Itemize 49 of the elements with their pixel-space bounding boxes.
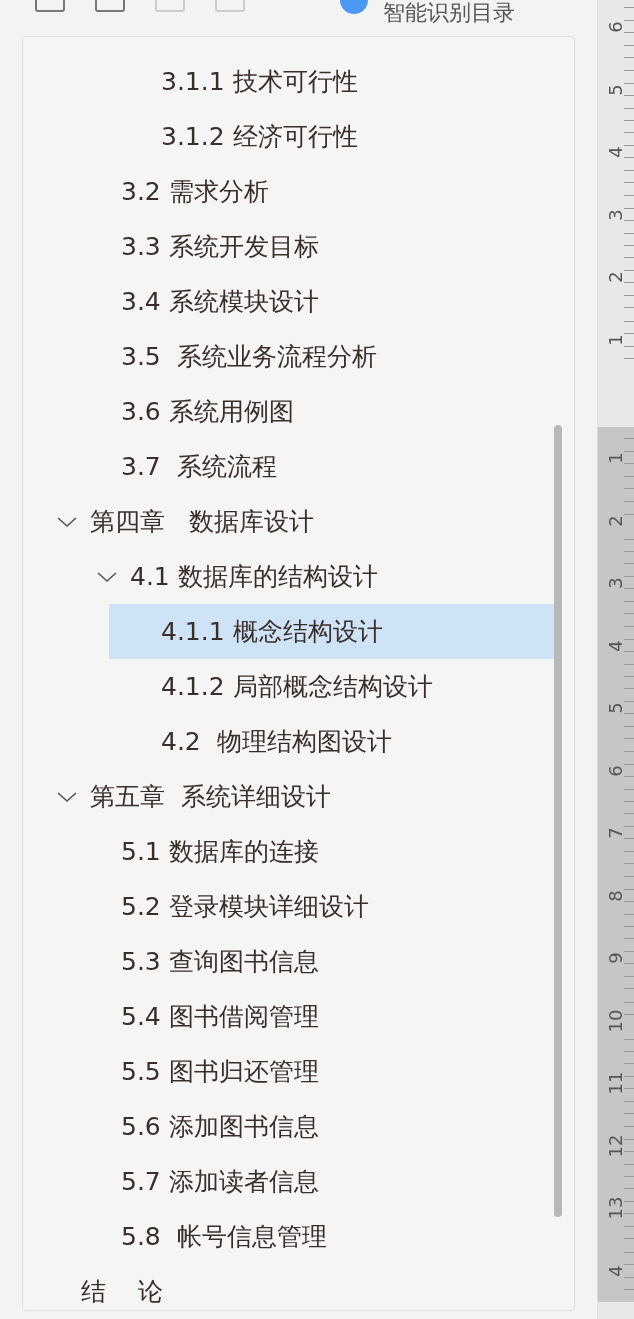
ruler-number: 6: [606, 765, 626, 777]
ruler-number: 13: [606, 1196, 626, 1220]
tree-item[interactable]: 3.4 系统模块设计: [121, 274, 349, 329]
ruler-number: 8: [606, 890, 626, 902]
ruler-number: 3: [606, 577, 626, 589]
ruler-number: 9: [606, 952, 626, 964]
ruler-number: 2: [606, 515, 626, 527]
ruler-number: 4: [606, 146, 626, 158]
tree-item[interactable]: 5.3 查询图书信息: [121, 934, 349, 989]
chevron-icon[interactable]: [56, 514, 78, 529]
ruler-number: 1: [606, 452, 626, 464]
toggle-switch[interactable]: [340, 0, 368, 14]
tree-item[interactable]: 5.4 图书借阅管理: [121, 989, 349, 1044]
chevron-icon[interactable]: [56, 789, 78, 804]
selected-tree-item[interactable]: 4.1.1 概念结构设计: [109, 604, 554, 659]
tree-item[interactable]: 5.5 图书归还管理: [121, 1044, 349, 1099]
ruler-number: 3: [606, 209, 626, 221]
tree-item[interactable]: 第五章 系统详细设计: [90, 769, 361, 824]
toolbar-label: 智能识别目录: [383, 0, 515, 26]
tree-item[interactable]: 4.1.2 局部概念结构设计: [161, 659, 463, 714]
tree-item[interactable]: 5.6 添加图书信息: [121, 1099, 349, 1154]
ruler-number: 6: [606, 21, 626, 33]
ruler-number: 5: [606, 702, 626, 714]
ruler-number: 4: [606, 1265, 626, 1277]
ruler-number: 12: [606, 1134, 626, 1158]
tree-item[interactable]: 第四章 数据库设计: [90, 494, 344, 549]
tree-item[interactable]: 4.2 物理结构图设计: [161, 714, 422, 769]
tree-item[interactable]: 5.1 数据库的连接: [121, 824, 349, 879]
tree-item[interactable]: 3.1.1 技术可行性: [161, 54, 388, 109]
ruler-number: 4: [606, 640, 626, 652]
ruler-number: 1: [606, 334, 626, 346]
tree-item[interactable]: 3.5 系统业务流程分析: [121, 329, 407, 384]
tree-item[interactable]: 3.3 系统开发目标: [121, 219, 349, 274]
tree-item[interactable]: 结 论: [81, 1264, 193, 1310]
scrollbar[interactable]: [554, 425, 562, 1217]
ruler-number: 7: [606, 827, 626, 839]
ruler-number: 11: [606, 1071, 626, 1095]
tree-item[interactable]: 3.6 系统用例图: [121, 384, 324, 439]
tree-item[interactable]: 3.2 需求分析: [121, 164, 299, 219]
tree-item[interactable]: 5.8 帐号信息管理: [121, 1209, 357, 1264]
ruler-number: 2: [606, 271, 626, 283]
tree-item[interactable]: 3.1.2 经济可行性: [161, 109, 388, 164]
tree-item[interactable]: 4.1 数据库的结构设计: [130, 549, 408, 604]
ruler-number: 10: [606, 1009, 626, 1033]
tree-item[interactable]: 5.2 登录模块详细设计: [121, 879, 399, 934]
ruler-number: 5: [606, 84, 626, 96]
chevron-icon[interactable]: [96, 569, 118, 584]
tree-item[interactable]: 3.7 系统流程: [121, 439, 307, 494]
tree-item[interactable]: 5.7 添加读者信息: [121, 1154, 349, 1209]
